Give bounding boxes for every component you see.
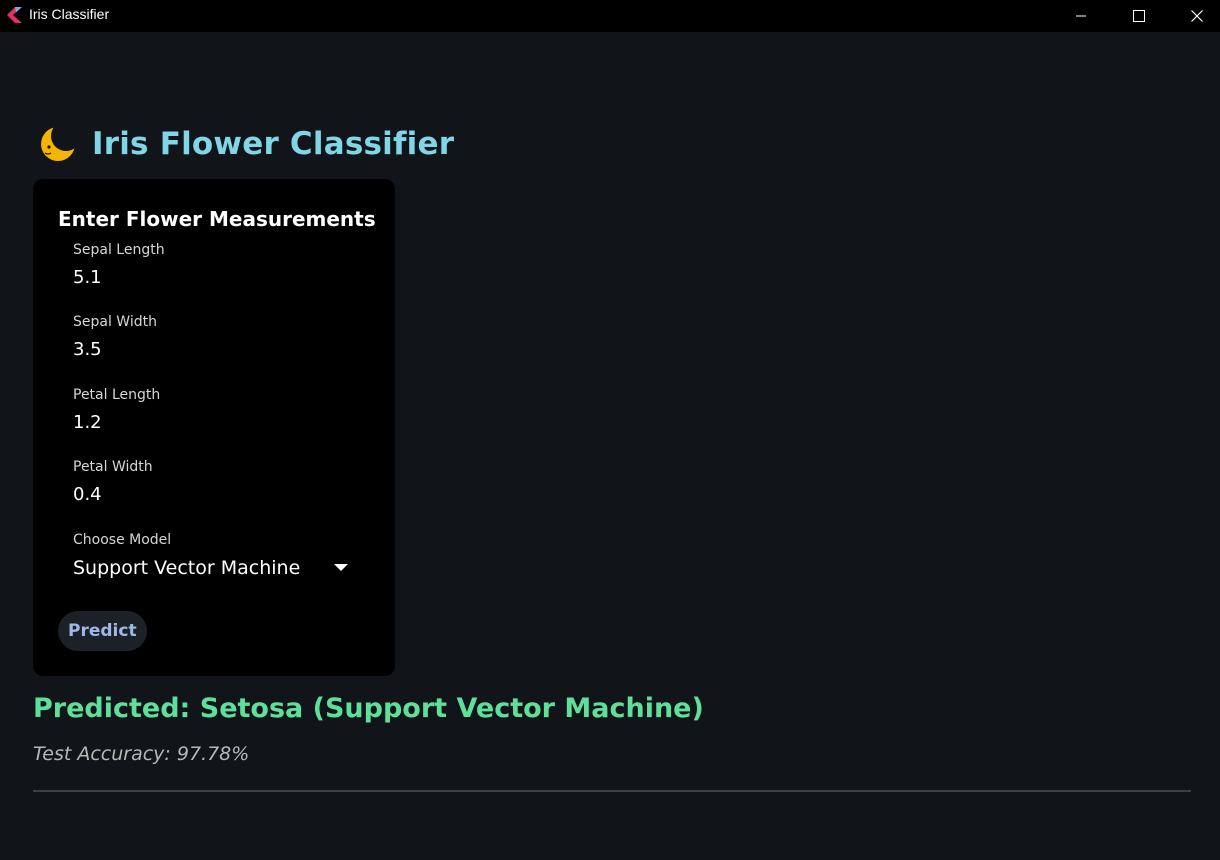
sepal-length-field: Sepal Length xyxy=(73,242,363,288)
prediction-result: Predicted: Setosa (Support Vector Machin… xyxy=(33,693,704,724)
app-logo-icon xyxy=(7,7,22,23)
minimize-icon xyxy=(1076,15,1086,17)
model-select-value: Support Vector Machine xyxy=(73,557,301,579)
petal-length-field: Petal Length xyxy=(73,387,363,433)
crescent-moon-icon xyxy=(41,127,75,161)
petal-width-field: Petal Width xyxy=(73,459,363,505)
test-accuracy: Test Accuracy: 97.78% xyxy=(33,743,250,765)
petal-length-label: Petal Length xyxy=(73,387,161,403)
sepal-length-input[interactable] xyxy=(73,267,353,288)
form-title: Enter Flower Measurements xyxy=(58,207,376,231)
petal-length-input[interactable] xyxy=(73,412,353,433)
close-icon xyxy=(1191,10,1203,22)
petal-width-input[interactable] xyxy=(73,484,353,505)
predict-button[interactable]: Predict xyxy=(58,611,147,651)
model-select[interactable]: Support Vector Machine xyxy=(73,557,348,579)
sepal-width-label: Sepal Width xyxy=(73,314,157,330)
page-title: Iris Flower Classifier xyxy=(92,126,455,162)
maximize-button[interactable] xyxy=(1110,0,1168,32)
page-header: Iris Flower Classifier xyxy=(36,122,454,166)
sepal-width-field: Sepal Width xyxy=(73,314,363,360)
dropdown-arrow-icon xyxy=(334,564,348,571)
maximize-icon xyxy=(1133,10,1145,22)
model-label: Choose Model xyxy=(73,532,172,548)
window-title: Iris Classifier xyxy=(29,6,110,22)
measurement-form-card: Enter Flower Measurements Sepal Length S… xyxy=(33,179,395,676)
divider xyxy=(33,790,1191,792)
minimize-button[interactable] xyxy=(1052,0,1110,32)
close-button[interactable] xyxy=(1168,0,1220,32)
petal-width-label: Petal Width xyxy=(73,459,153,475)
sepal-width-input[interactable] xyxy=(73,339,353,360)
model-field: Choose Model Support Vector Machine xyxy=(73,532,363,579)
sepal-length-label: Sepal Length xyxy=(73,242,165,258)
window-titlebar: Iris Classifier xyxy=(0,0,1220,32)
